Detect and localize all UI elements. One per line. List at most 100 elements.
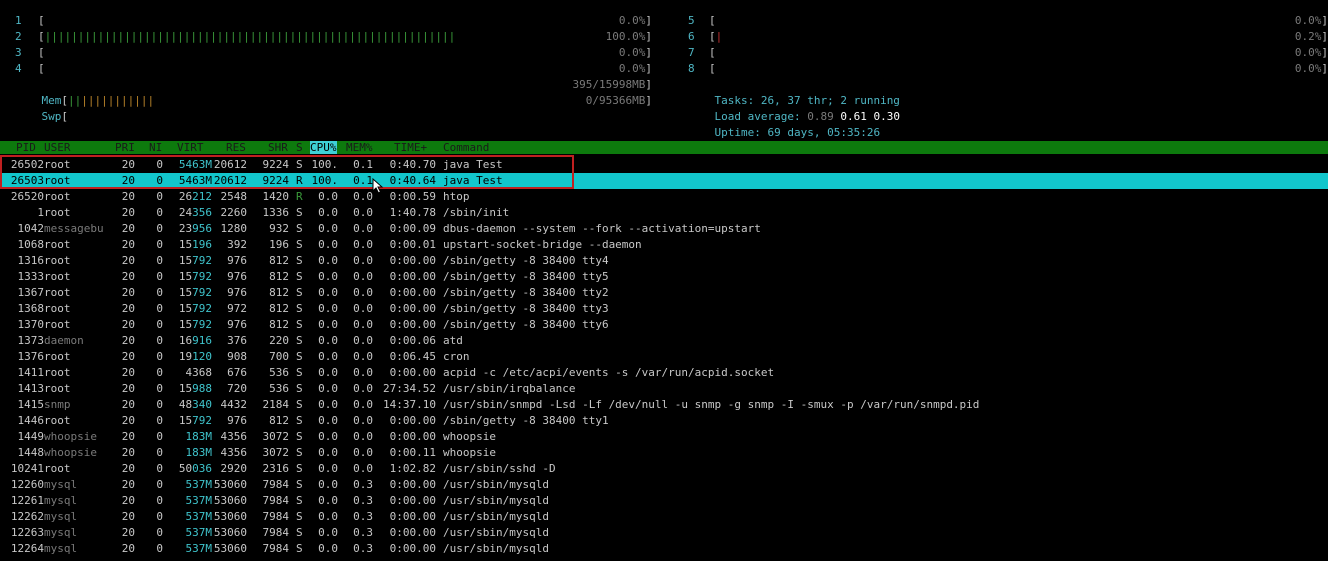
- process-row[interactable]: 12263 mysql 20 0 537M 53060 7984 S 0.0 0.3 0:00.00…: [0, 525, 1328, 541]
- cell-pid: 1448: [17, 446, 45, 459]
- process-row[interactable]: 12260 mysql 20 0 537M 53060 7984 S 0.0 0.3 0:00.00…: [0, 477, 1328, 493]
- mem-value: 395/15998MB]: [572, 78, 652, 91]
- col-user[interactable]: USER: [44, 141, 71, 154]
- tasks-line: Tasks: 26, 37 thr; 2 running: [714, 94, 900, 107]
- cpu-number: 7: [688, 46, 695, 59]
- process-row[interactable]: 1042 messagebu 20 0 23956 1280 932 S 0.0 0.0 0:00.…: [0, 221, 1328, 237]
- col-virt[interactable]: VIRT: [177, 141, 204, 154]
- cell-command: /usr/sbin/sshd -D: [443, 462, 556, 475]
- process-row[interactable]: 1446 root 20 0 15792 976 812 S 0.0 0.0 0:00.00/sbi…: [0, 413, 1328, 429]
- process-row[interactable]: 1373 daemon 20 0 16916 376 220 S 0.0 0.0 0:00.06 at…: [0, 333, 1328, 349]
- cell-pid: 1449: [17, 430, 45, 443]
- cell-time: 0:00.01: [389, 238, 436, 251]
- cell-command: htop: [443, 190, 470, 203]
- swp-label: Swp: [41, 110, 62, 123]
- cell-command: whoopsie: [443, 446, 496, 459]
- process-row[interactable]: 1316 root 20 0 15792 976 812 S 0.0 0.0 0:00.00/sbi…: [0, 253, 1328, 269]
- process-row[interactable]: 12264 mysql 20 0 537M 53060 7984 S 0.0 0.3 0:00.00…: [0, 541, 1328, 557]
- cpu-meter-2: 2: [15, 29, 22, 45]
- cpu-usage-bar: ||||||||||||||||||||||||||||||||||||||||…: [44, 30, 456, 43]
- col-res[interactable]: RES: [226, 141, 246, 154]
- cell-time: 0:00.06: [389, 334, 436, 347]
- process-row[interactable]: 1413 root 20 0 15988 720 536 S 0.0 0.0 27:34.52/us…: [0, 381, 1328, 397]
- cell-time: 0:00.59: [389, 190, 436, 203]
- cell-pid: 10241: [10, 462, 44, 475]
- cpu-bar-3: [: [38, 46, 45, 59]
- process-row[interactable]: 1449 whoopsie 20 0 183M 4356 3072 S 0.0 0.0 0:00.0…: [0, 429, 1328, 445]
- cell-time: 0:00.00: [389, 526, 436, 539]
- process-row[interactable]: 26502 root 20 0 5463M 20612 9224 S 100. 0.1 0:40.7…: [0, 157, 1328, 173]
- process-row[interactable]: 10241 root 20 0 50036 2920 2316 S 0.0 0.0 1:02.82/…: [0, 461, 1328, 477]
- cell-time: 0:00.00: [389, 318, 436, 331]
- cell-pid: 12260: [10, 478, 44, 491]
- cpu-meter-8: 8: [688, 61, 695, 77]
- col-pri[interactable]: PRI: [115, 141, 135, 154]
- col-pid[interactable]: PID: [16, 141, 36, 154]
- cell-command: /usr/sbin/mysqld: [443, 526, 549, 539]
- cell-pid: 1413: [17, 382, 45, 395]
- process-row[interactable]: 26503 root 20 0 5463M 20612 9224 R 100. 0.1 0:40.6…: [0, 173, 1328, 189]
- cpu-bar-8: [: [709, 62, 716, 75]
- cell-time: 0:00.00: [389, 414, 436, 427]
- cell-command: /sbin/getty -8 38400 tty4: [443, 254, 609, 267]
- col-time[interactable]: TIME+: [394, 141, 427, 154]
- cpu-meter-1: 1: [15, 13, 22, 29]
- cpu-bar-2: [|||||||||||||||||||||||||||||||||||||||…: [38, 30, 456, 43]
- cpu-number: 4: [15, 62, 22, 75]
- cell-command: dbus-daemon --system --fork --activation…: [443, 222, 761, 235]
- cell-time: 0:00.00: [389, 430, 436, 443]
- process-row[interactable]: 1367 root 20 0 15792 976 812 S 0.0 0.0 0:00.00/sbi…: [0, 285, 1328, 301]
- cell-command: /sbin/getty -8 38400 tty1: [443, 414, 609, 427]
- col-cpu-sorted[interactable]: CPU%: [310, 141, 337, 154]
- cpu-meter-4: 4: [15, 61, 22, 77]
- cell-time: 0:00.09: [389, 222, 436, 235]
- col-state[interactable]: S: [296, 141, 303, 154]
- process-row[interactable]: 1370 root 20 0 15792 976 812 S 0.0 0.0 0:00.00/sbi…: [0, 317, 1328, 333]
- cell-command: acpid -c /etc/acpi/events -s /var/run/ac…: [443, 366, 775, 379]
- cell-command: /usr/sbin/mysqld: [443, 542, 549, 555]
- cpu-percent-6: 0.2%]: [1294, 30, 1328, 43]
- cell-command: /sbin/getty -8 38400 tty5: [443, 270, 609, 283]
- process-row[interactable]: 1376 root 20 0 19120 908 700 S 0.0 0.0 0:06.45 cron: [0, 349, 1328, 365]
- cell-time: 0:00.00: [389, 510, 436, 523]
- cell-pid: 1333: [17, 270, 45, 283]
- col-mem[interactable]: MEM%: [346, 141, 373, 154]
- cell-pid: 12264: [10, 542, 44, 555]
- col-ni[interactable]: NI: [149, 141, 162, 154]
- process-row[interactable]: 1415 snmp 20 0 48340 4432 2184 S 0.0 0.0 14:37.10/…: [0, 397, 1328, 413]
- cell-command: /usr/sbin/mysqld: [443, 478, 549, 491]
- cpu-percent-3: 0.0%]: [618, 46, 652, 59]
- cell-pid: 1316: [17, 254, 45, 267]
- cell-pid: 1446: [17, 414, 45, 427]
- process-row[interactable]: 26520 root 20 0 26212 2548 1420 R 0.0 0.0 0:00.59 h…: [0, 189, 1328, 205]
- col-command[interactable]: Command: [443, 141, 489, 154]
- htop-terminal: 1[0.0%] 2 [|||||||||||||||||||||||||||||||…: [0, 0, 1328, 561]
- process-row[interactable]: 12262 mysql 20 0 537M 53060 7984 S 0.0 0.3 0:00.00…: [0, 509, 1328, 525]
- cpu-bar-4: [: [38, 62, 45, 75]
- cell-command: cron: [443, 350, 470, 363]
- cpu-bar-7: [: [709, 46, 716, 59]
- process-row[interactable]: 12261 mysql 20 0 537M 53060 7984 S 0.0 0.3 0:00.00…: [0, 493, 1328, 509]
- process-row[interactable]: 1368 root 20 0 15792 972 812 S 0.0 0.0 0:00.00/sbi…: [0, 301, 1328, 317]
- cell-command: java Test: [443, 158, 503, 171]
- cell-command: upstart-socket-bridge --daemon: [443, 238, 642, 251]
- cell-pid: 1068: [17, 238, 45, 251]
- cell-command: java Test: [443, 174, 503, 187]
- cell-command: /usr/sbin/irqbalance: [443, 382, 576, 395]
- cell-command: /sbin/getty -8 38400 tty3: [443, 302, 609, 315]
- cpu-number: 1: [15, 14, 22, 27]
- cell-time: 0:00.00: [389, 478, 436, 491]
- process-row[interactable]: 1448 whoopsie 20 0 183M 4356 3072 S 0.0 0.0 0:00.1…: [0, 445, 1328, 461]
- process-row[interactable]: 1 root 20 0 24356 2260 1336 S 0.0 0.0 1:40.78/sbin…: [0, 205, 1328, 221]
- cpu-percent-1: 0.0%]: [618, 14, 652, 27]
- process-row[interactable]: 1411 root 20 0 4368 676 536 S 0.0 0.0 0:00.00 acpid…: [0, 365, 1328, 381]
- cell-command: whoopsie: [443, 430, 496, 443]
- col-shr[interactable]: SHR: [268, 141, 288, 154]
- cell-time: 14:37.10: [383, 398, 436, 411]
- process-row[interactable]: 1068 root 20 0 15196 392 196 S 0.0 0.0 0:00.01 upst…: [0, 237, 1328, 253]
- cell-time: 0:40.70: [389, 158, 436, 171]
- cell-time: 1:40.78: [389, 206, 436, 219]
- process-row[interactable]: 1333 root 20 0 15792 976 812 S 0.0 0.0 0:00.00/sbi…: [0, 269, 1328, 285]
- cell-time: 0:00.00: [389, 366, 436, 379]
- cell-time: 0:40.64: [389, 174, 436, 187]
